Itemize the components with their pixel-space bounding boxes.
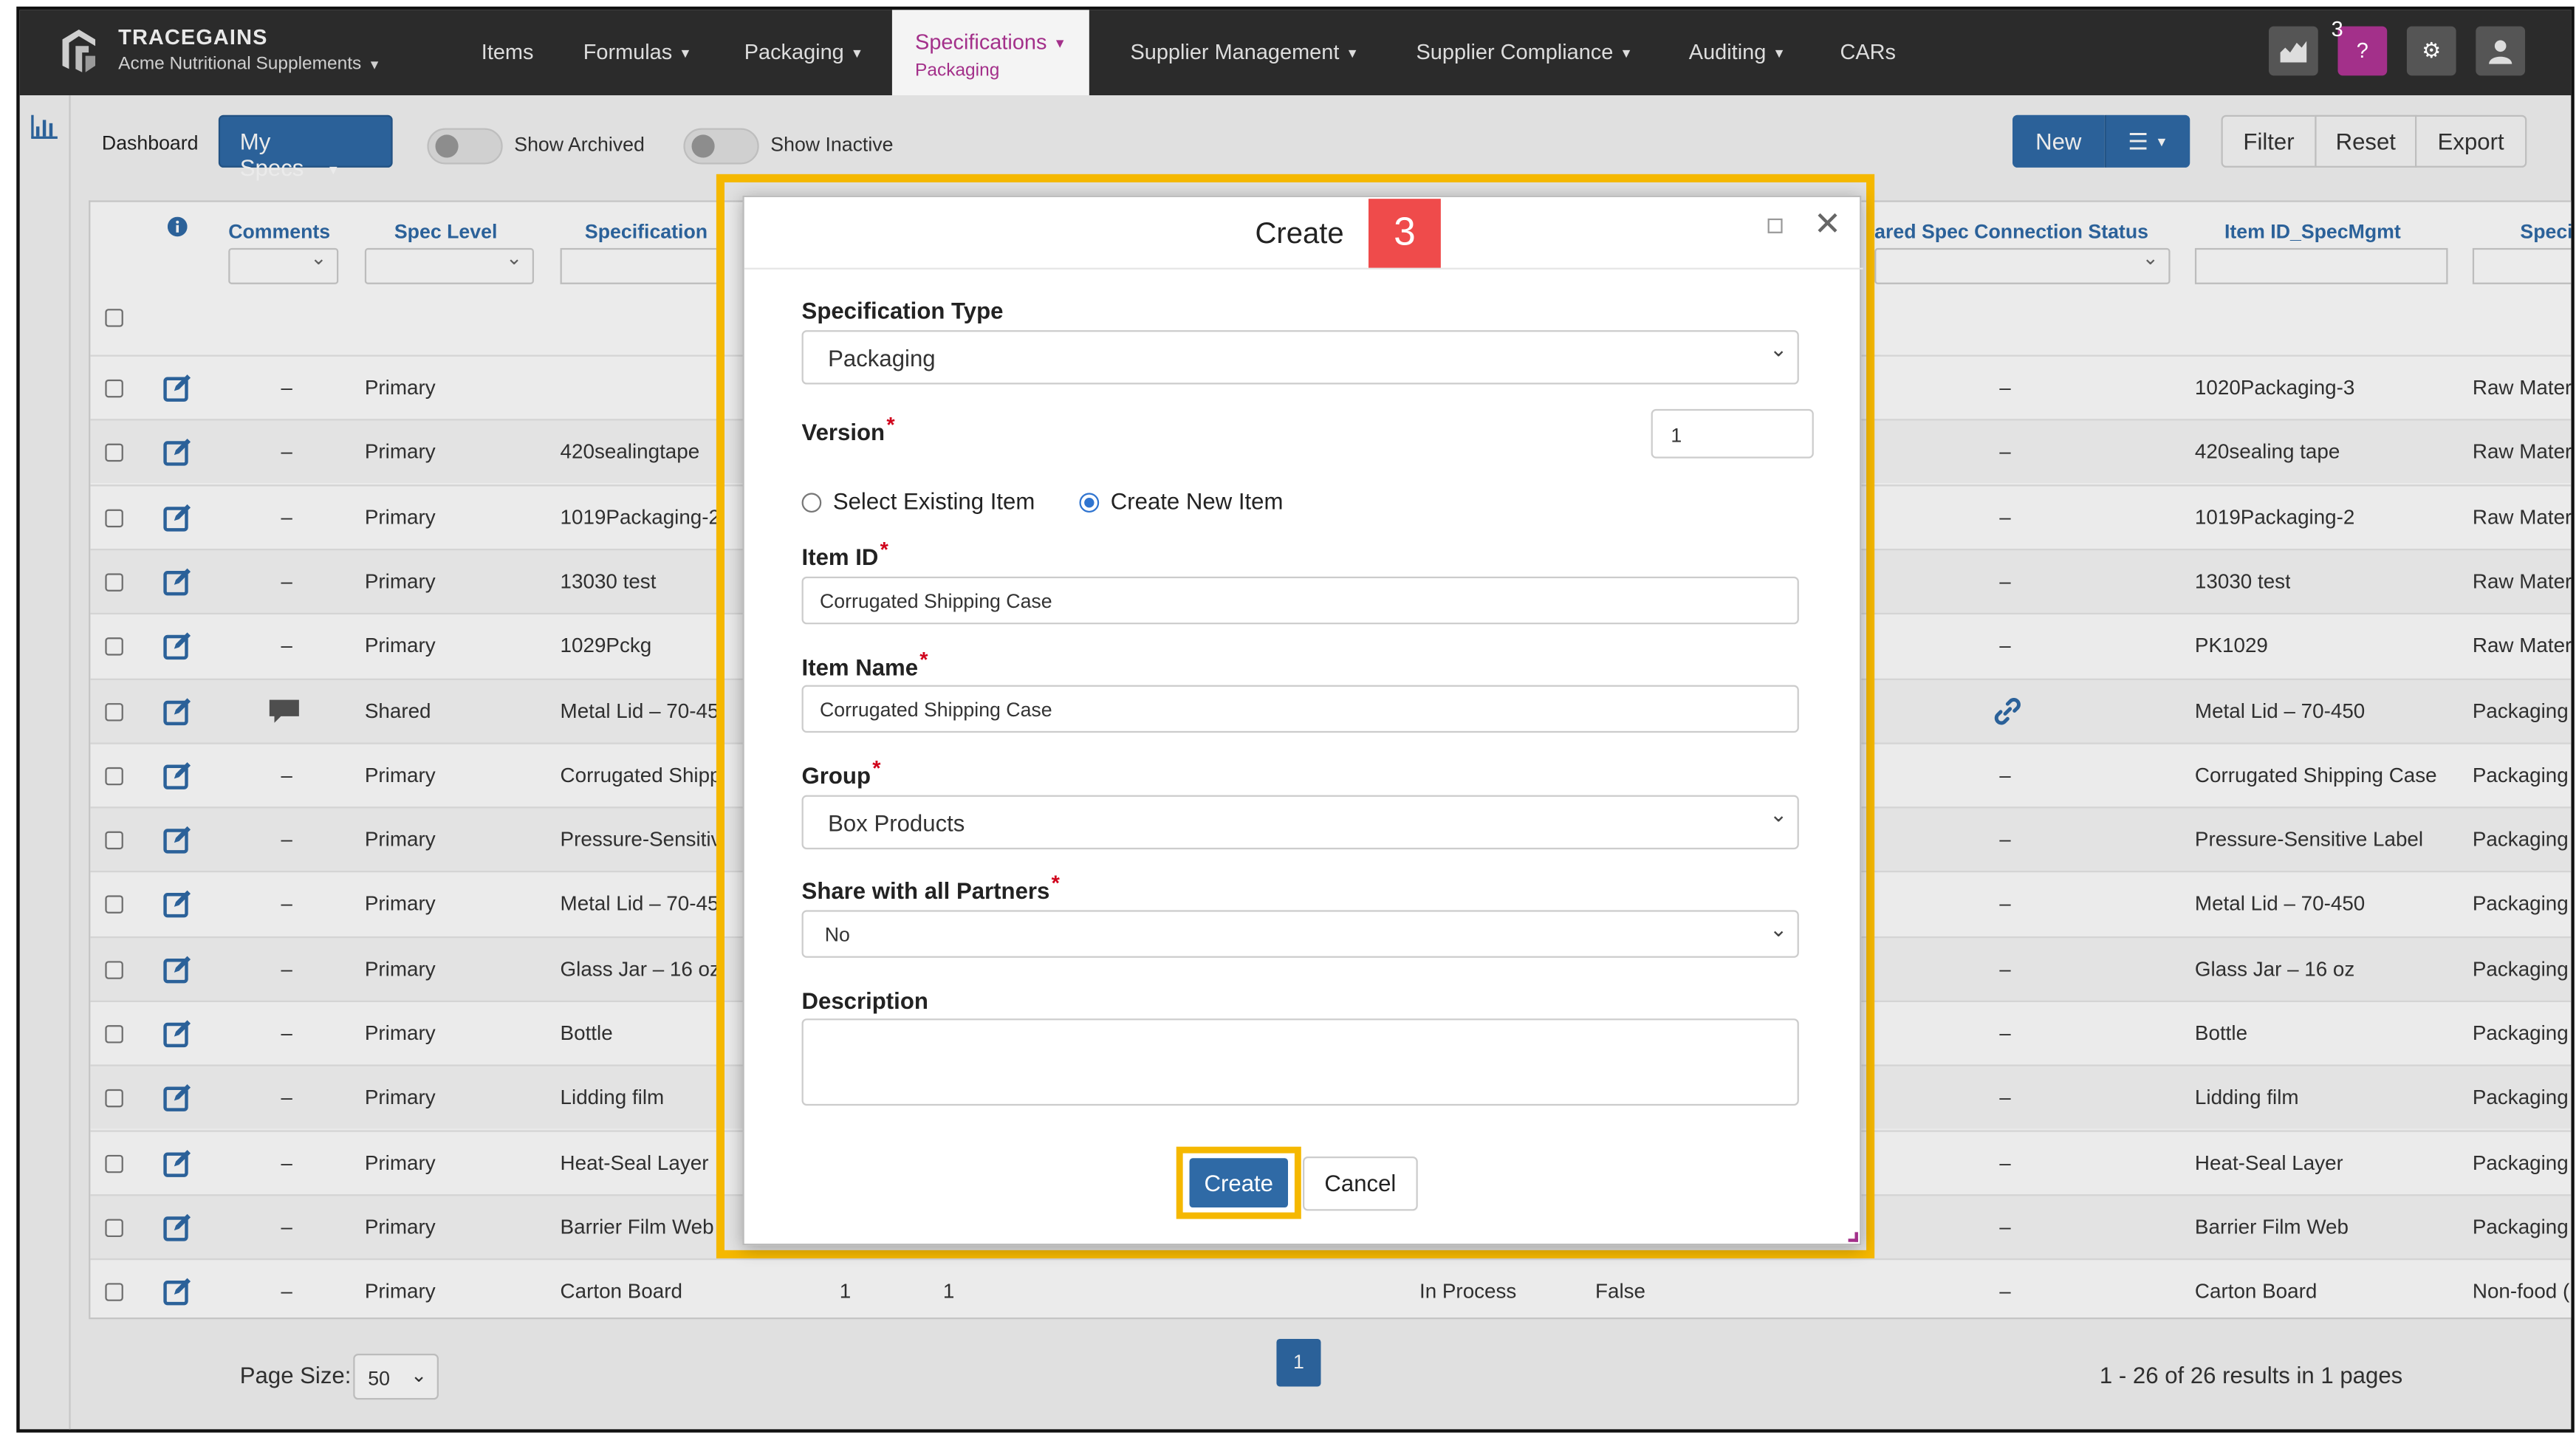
notification-count-badge: 3: [2331, 16, 2343, 41]
nav-packaging[interactable]: Packaging ▼: [744, 10, 864, 95]
version-label: Version *: [801, 412, 895, 445]
nav-items[interactable]: Items: [482, 10, 534, 95]
brand-name: TRACEGAINS: [118, 24, 268, 49]
modal-title: Create: [1255, 216, 1344, 250]
nav-supplier-management-label: Supplier Management: [1130, 39, 1340, 64]
item-id-input[interactable]: Corrugated Shipping Case: [801, 576, 1799, 625]
required-mark: *: [880, 537, 888, 562]
required-mark: *: [919, 647, 928, 672]
required-mark: *: [1051, 870, 1060, 896]
create-spec-modal: Create 3 ✕ Specification Type Packaging …: [742, 195, 1863, 1246]
chevron-down-icon: ▼: [850, 45, 864, 61]
step-number-badge: 3: [1368, 199, 1441, 268]
share-value: No: [824, 923, 850, 947]
analytics-icon[interactable]: [2269, 26, 2318, 76]
user-icon[interactable]: [2476, 26, 2526, 76]
create-new-item-radio[interactable]: [1079, 493, 1100, 513]
chevron-down-icon: ▼: [1772, 45, 1786, 61]
create-button[interactable]: Create: [1189, 1158, 1289, 1208]
item-id-label-text: Item ID: [801, 544, 879, 570]
item-name-label-text: Item Name: [801, 654, 919, 680]
spec-type-value: Packaging: [828, 345, 936, 371]
select-existing-item-label[interactable]: Select Existing Item: [833, 488, 1035, 515]
top-navbar: TRACEGAINS Acme Nutritional Supplements ▼…: [19, 10, 2572, 99]
group-select[interactable]: Box Products: [801, 795, 1799, 850]
share-label-text: Share with all Partners: [801, 877, 1050, 904]
nav-supplier-compliance-label: Supplier Compliance: [1416, 39, 1614, 64]
nav-formulas[interactable]: Formulas ▼: [583, 10, 692, 95]
version-input[interactable]: 1: [1651, 408, 1814, 459]
item-name-input[interactable]: Corrugated Shipping Case: [801, 685, 1799, 733]
share-label: Share with all Partners *: [801, 871, 1060, 904]
nav-auditing[interactable]: Auditing ▼: [1689, 10, 1786, 95]
nav-supplier-compliance[interactable]: Supplier Compliance ▼: [1417, 10, 1633, 95]
close-icon[interactable]: ✕: [1814, 204, 1841, 245]
version-label-text: Version: [801, 419, 886, 445]
nav-cars[interactable]: CARs: [1840, 10, 1896, 95]
gear-icon[interactable]: ⚙: [2406, 26, 2456, 76]
chevron-down-icon: ▼: [1346, 45, 1359, 61]
nav-supplier-management[interactable]: Supplier Management ▼: [1130, 10, 1358, 95]
nav-packaging-label: Packaging: [744, 39, 844, 64]
item-name-label: Item Name *: [801, 647, 928, 680]
spec-type-label: Specification Type: [801, 297, 1004, 324]
company-name: Acme Nutritional Supplements: [118, 54, 362, 75]
required-mark: *: [886, 412, 895, 437]
chevron-down-icon: ▼: [368, 56, 381, 72]
description-textarea[interactable]: [801, 1018, 1799, 1106]
create-new-item-label[interactable]: Create New Item: [1111, 488, 1284, 515]
chevron-down-icon: ▼: [1053, 36, 1067, 52]
resize-handle[interactable]: [1848, 1232, 1858, 1242]
description-label: Description: [801, 987, 928, 1014]
share-select[interactable]: No: [801, 910, 1799, 958]
select-existing-item-radio[interactable]: [801, 493, 822, 513]
company-switcher[interactable]: Acme Nutritional Supplements ▼: [118, 54, 381, 74]
maximize-icon[interactable]: [1767, 218, 1783, 233]
nav-specifications-label: Specifications: [915, 30, 1047, 55]
chevron-down-icon: ▼: [1620, 45, 1633, 61]
modal-header: Create 3 ✕: [744, 197, 1863, 270]
tracegains-logo-icon: [62, 30, 96, 72]
nav-specifications[interactable]: Specifications ▼ Packaging: [891, 10, 1090, 99]
spec-type-select[interactable]: Packaging: [801, 330, 1799, 385]
cancel-button[interactable]: Cancel: [1303, 1157, 1418, 1211]
nav-auditing-label: Auditing: [1688, 39, 1767, 64]
group-label: Group *: [801, 755, 881, 789]
help-icon[interactable]: ?: [2337, 26, 2388, 76]
nav-specifications-sub: Packaging: [915, 61, 1000, 81]
required-mark: *: [872, 755, 881, 781]
item-id-label: Item ID *: [801, 537, 888, 570]
nav-formulas-label: Formulas: [583, 39, 673, 64]
group-label-text: Group: [801, 762, 871, 789]
chevron-down-icon: ▼: [679, 45, 692, 61]
group-value: Box Products: [828, 809, 965, 837]
